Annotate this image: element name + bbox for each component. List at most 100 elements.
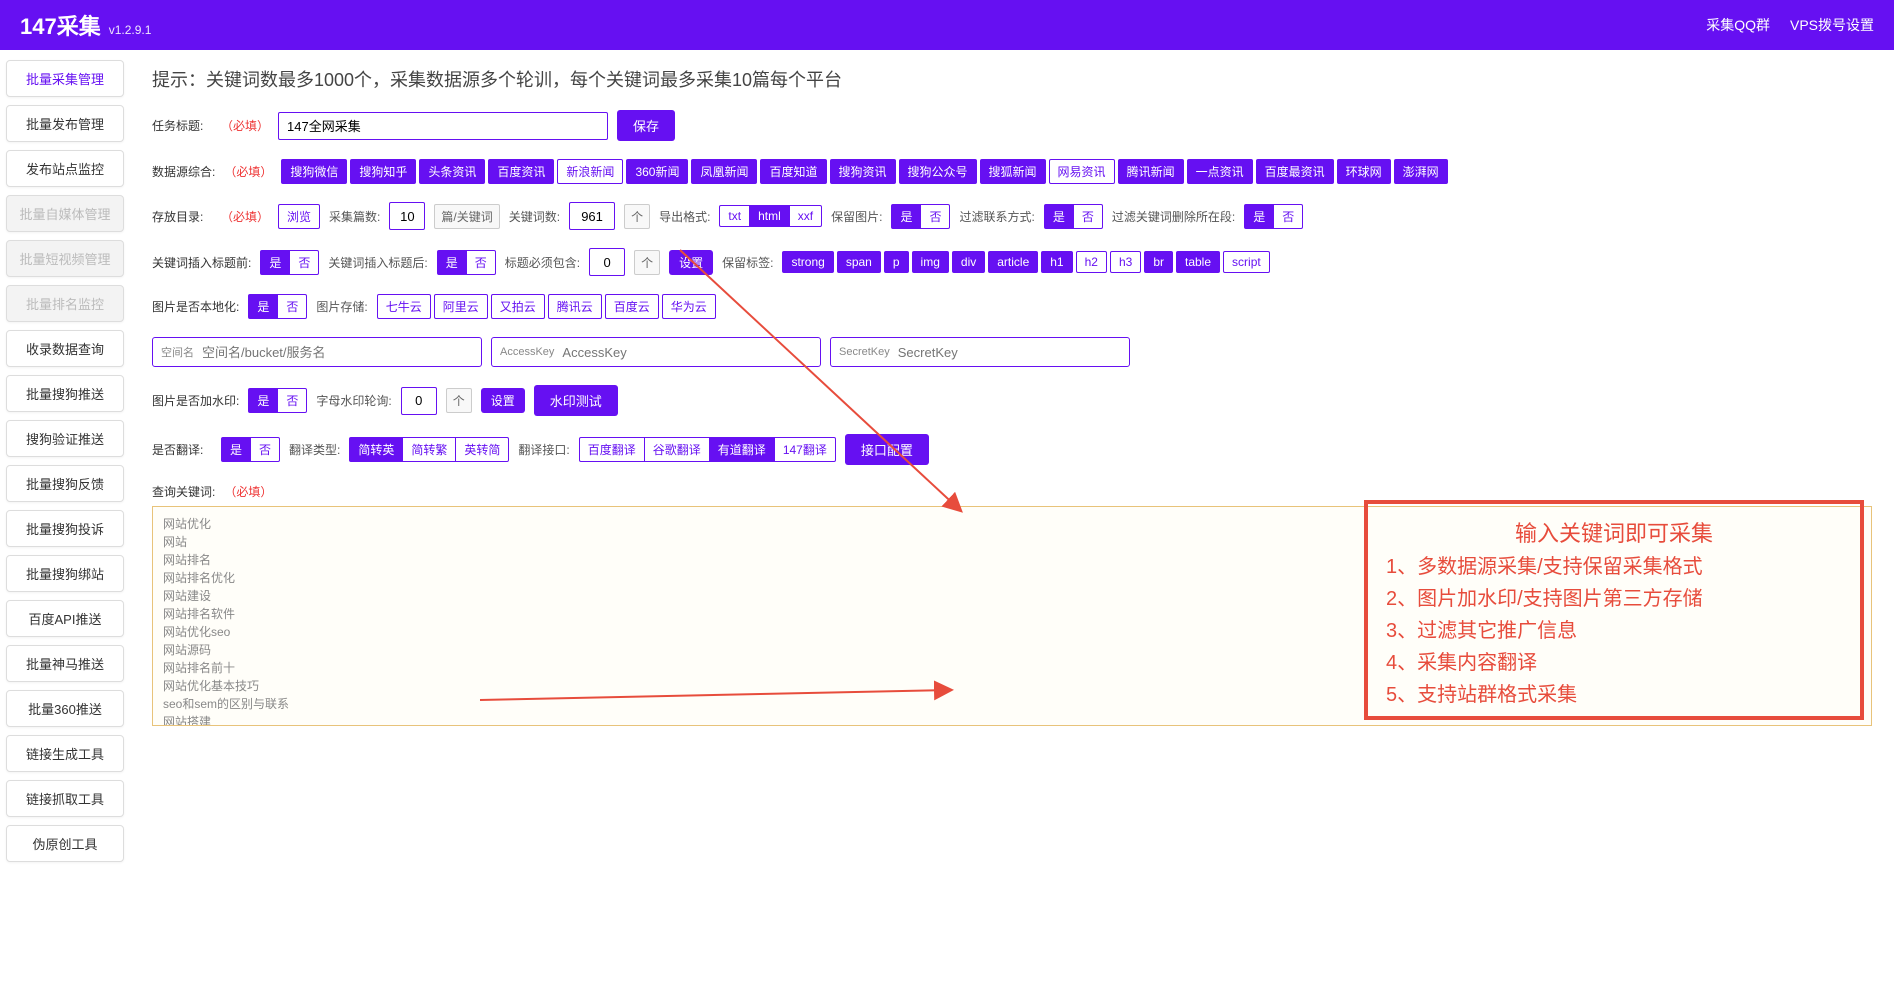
sidebar-item-14[interactable]: 批量360推送 bbox=[6, 690, 124, 727]
filter-kwdel-opt-1[interactable]: 否 bbox=[1273, 204, 1303, 229]
sidebar-item-16[interactable]: 链接抓取工具 bbox=[6, 780, 124, 817]
watermark-test-button[interactable]: 水印测试 bbox=[534, 385, 618, 416]
source-tag-15[interactable]: 环球网 bbox=[1337, 159, 1391, 184]
filter-contact-label: 过滤联系方式: bbox=[959, 208, 1034, 225]
insert-before-opt-0[interactable]: 是 bbox=[260, 250, 290, 275]
source-tag-13[interactable]: 一点资讯 bbox=[1187, 159, 1253, 184]
keep-tag-5[interactable]: article bbox=[988, 251, 1038, 273]
filter-contact-opt-1[interactable]: 否 bbox=[1073, 204, 1103, 229]
keep-tag-1[interactable]: span bbox=[837, 251, 881, 273]
keep-tag-11[interactable]: script bbox=[1223, 251, 1270, 273]
source-tag-16[interactable]: 澎湃网 bbox=[1394, 159, 1448, 184]
keep-tag-6[interactable]: h1 bbox=[1041, 251, 1072, 273]
source-tag-7[interactable]: 百度知道 bbox=[760, 159, 826, 184]
app-version: v1.2.9.1 bbox=[109, 23, 152, 37]
source-tag-11[interactable]: 网易资讯 bbox=[1049, 159, 1115, 184]
translate-api-3[interactable]: 147翻译 bbox=[774, 437, 836, 462]
source-tag-10[interactable]: 搜狐新闻 bbox=[980, 159, 1046, 184]
keep-tag-7[interactable]: h2 bbox=[1076, 251, 1107, 273]
translate-api-2[interactable]: 有道翻译 bbox=[709, 437, 775, 462]
cloud-opt-1[interactable]: 阿里云 bbox=[434, 294, 488, 319]
collect-count-input[interactable] bbox=[389, 202, 425, 230]
source-tag-5[interactable]: 360新闻 bbox=[626, 159, 688, 184]
sidebar-item-8[interactable]: 搜狗验证推送 bbox=[6, 420, 124, 457]
keep-tag-2[interactable]: p bbox=[884, 251, 909, 273]
text-watermark-set-button[interactable]: 设置 bbox=[481, 388, 525, 413]
watermark-opt-1[interactable]: 否 bbox=[277, 388, 307, 413]
source-tag-4[interactable]: 新浪新闻 bbox=[557, 159, 623, 184]
sidebar-item-17[interactable]: 伪原创工具 bbox=[6, 825, 124, 862]
format-tag-2[interactable]: xxf bbox=[789, 205, 822, 227]
sidebar-item-7[interactable]: 批量搜狗推送 bbox=[6, 375, 124, 412]
source-tag-0[interactable]: 搜狗微信 bbox=[281, 159, 347, 184]
api-config-button[interactable]: 接口配置 bbox=[845, 434, 929, 465]
source-tag-8[interactable]: 搜狗资讯 bbox=[830, 159, 896, 184]
filter-contact-opt-0[interactable]: 是 bbox=[1044, 204, 1074, 229]
insert-after-opt-0[interactable]: 是 bbox=[437, 250, 467, 275]
source-tag-6[interactable]: 凤凰新闻 bbox=[691, 159, 757, 184]
translate-api-0[interactable]: 百度翻译 bbox=[579, 437, 645, 462]
sidebar-item-6[interactable]: 收录数据查询 bbox=[6, 330, 124, 367]
keep-img-opt-1[interactable]: 否 bbox=[920, 204, 950, 229]
format-tag-1[interactable]: html bbox=[749, 205, 790, 227]
translate-api-1[interactable]: 谷歌翻译 bbox=[644, 437, 710, 462]
keep-img-opt-0[interactable]: 是 bbox=[891, 204, 921, 229]
image-local-opt-0[interactable]: 是 bbox=[248, 294, 278, 319]
keep-tag-3[interactable]: img bbox=[912, 251, 949, 273]
insert-before-opt-1[interactable]: 否 bbox=[289, 250, 319, 275]
browse-button[interactable]: 浏览 bbox=[278, 204, 320, 229]
keep-tag-8[interactable]: h3 bbox=[1110, 251, 1141, 273]
format-tag-0[interactable]: txt bbox=[719, 205, 750, 227]
keep-tag-0[interactable]: strong bbox=[782, 251, 833, 273]
keywords-textarea[interactable] bbox=[152, 506, 1872, 726]
keep-tag-4[interactable]: div bbox=[952, 251, 985, 273]
translate-opt-0[interactable]: 是 bbox=[221, 437, 251, 462]
translate-type-2[interactable]: 英转简 bbox=[455, 437, 509, 462]
source-tag-3[interactable]: 百度资讯 bbox=[488, 159, 554, 184]
watermark-opt-0[interactable]: 是 bbox=[248, 388, 278, 413]
cloud-opt-0[interactable]: 七牛云 bbox=[377, 294, 431, 319]
translate-type-1[interactable]: 简转繁 bbox=[402, 437, 456, 462]
image-local-opt-1[interactable]: 否 bbox=[277, 294, 307, 319]
cloud-secretkey-field[interactable]: SecretKey bbox=[830, 337, 1130, 367]
title-must-input[interactable] bbox=[589, 248, 625, 276]
kw-count-input[interactable] bbox=[569, 202, 615, 230]
cloud-opt-5[interactable]: 华为云 bbox=[662, 294, 716, 319]
keep-tag-10[interactable]: table bbox=[1176, 251, 1220, 273]
sidebar-item-10[interactable]: 批量搜狗投诉 bbox=[6, 510, 124, 547]
cloud-opt-2[interactable]: 又拍云 bbox=[491, 294, 545, 319]
sidebar-item-15[interactable]: 链接生成工具 bbox=[6, 735, 124, 772]
insert-after-opt-1[interactable]: 否 bbox=[466, 250, 496, 275]
sidebar-item-2[interactable]: 发布站点监控 bbox=[6, 150, 124, 187]
sidebar-item-13[interactable]: 批量神马推送 bbox=[6, 645, 124, 682]
translate-opt-1[interactable]: 否 bbox=[250, 437, 280, 462]
kw-count-unit: 个 bbox=[624, 204, 650, 229]
sidebar-item-11[interactable]: 批量搜狗绑站 bbox=[6, 555, 124, 592]
sidebar-item-12[interactable]: 百度API推送 bbox=[6, 600, 124, 637]
keep-tag-9[interactable]: br bbox=[1144, 251, 1173, 273]
save-button[interactable]: 保存 bbox=[617, 110, 675, 141]
cloud-space-field[interactable]: 空间名 bbox=[152, 337, 482, 367]
task-title-input[interactable] bbox=[278, 112, 608, 140]
title-must-set-button[interactable]: 设置 bbox=[669, 250, 713, 275]
translate-type-0[interactable]: 简转英 bbox=[349, 437, 403, 462]
source-tag-12[interactable]: 腾讯新闻 bbox=[1118, 159, 1184, 184]
link-vps-settings[interactable]: VPS拨号设置 bbox=[1790, 15, 1874, 35]
cloud-sk-input[interactable] bbox=[898, 345, 1108, 360]
source-tag-14[interactable]: 百度最资讯 bbox=[1256, 159, 1334, 184]
cloud-opt-3[interactable]: 腾讯云 bbox=[548, 294, 602, 319]
source-tag-2[interactable]: 头条资讯 bbox=[419, 159, 485, 184]
link-qq-group[interactable]: 采集QQ群 bbox=[1706, 15, 1770, 35]
cloud-opt-4[interactable]: 百度云 bbox=[605, 294, 659, 319]
filter-kwdel-opt-0[interactable]: 是 bbox=[1244, 204, 1274, 229]
text-watermark-input[interactable] bbox=[401, 387, 437, 415]
sidebar-item-0[interactable]: 批量采集管理 bbox=[6, 60, 124, 97]
cloud-space-input[interactable] bbox=[202, 345, 442, 360]
source-tag-9[interactable]: 搜狗公众号 bbox=[899, 159, 977, 184]
sidebar-item-9[interactable]: 批量搜狗反馈 bbox=[6, 465, 124, 502]
sidebar-item-1[interactable]: 批量发布管理 bbox=[6, 105, 124, 142]
cloud-ak-input[interactable] bbox=[562, 345, 802, 360]
cloud-accesskey-field[interactable]: AccessKey bbox=[491, 337, 821, 367]
sidebar-item-5: 批量排名监控 bbox=[6, 285, 124, 322]
source-tag-1[interactable]: 搜狗知乎 bbox=[350, 159, 416, 184]
